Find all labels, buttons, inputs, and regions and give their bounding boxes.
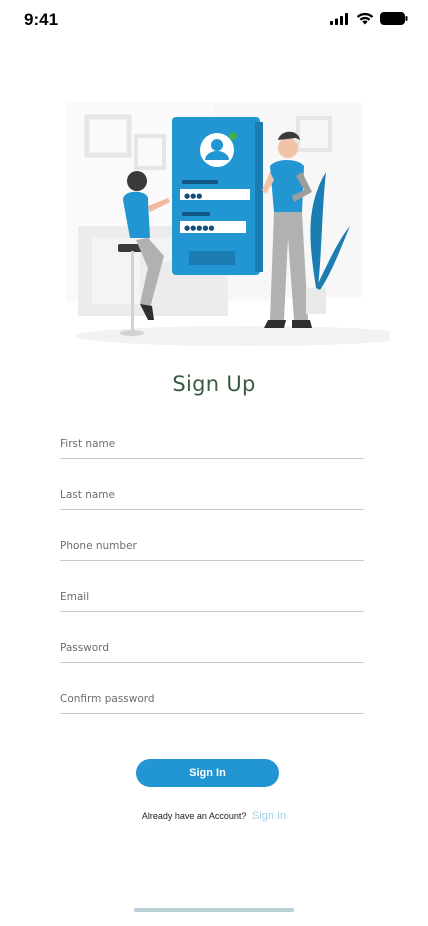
last-name-input[interactable] (60, 483, 364, 501)
last-name-field (60, 483, 364, 510)
password-input[interactable] (60, 636, 364, 654)
account-prompt-line: Already have an Account? Sign In (0, 810, 428, 822)
password-field (60, 636, 364, 663)
home-indicator (134, 908, 294, 912)
status-bar: 9:41 (0, 0, 428, 44)
signup-form (60, 432, 364, 738)
wifi-icon (356, 12, 374, 25)
confirm-password-input[interactable] (60, 687, 364, 705)
cellular-signal-icon (330, 12, 348, 25)
phone-number-input[interactable] (60, 534, 364, 552)
page-title: Sign Up (172, 372, 256, 396)
first-name-field (60, 432, 364, 459)
sign-in-button[interactable]: Sign In (136, 759, 279, 787)
email-input[interactable] (60, 585, 364, 603)
account-prompt-text: Already have an Account? (141, 811, 247, 821)
password-dots-bottom: ●●●●● (184, 224, 215, 232)
first-name-input[interactable] (60, 432, 364, 450)
status-time: 9:41 (24, 10, 59, 29)
confirm-password-field (60, 687, 364, 714)
battery-icon (380, 12, 408, 25)
email-field (60, 585, 364, 612)
status-icons (330, 12, 408, 25)
password-dots-top: ●●● (184, 192, 202, 200)
sign-in-link[interactable]: Sign In (252, 810, 286, 822)
signup-illustration: ●●● ●●●●● (66, 102, 390, 346)
phone-field (60, 534, 364, 561)
